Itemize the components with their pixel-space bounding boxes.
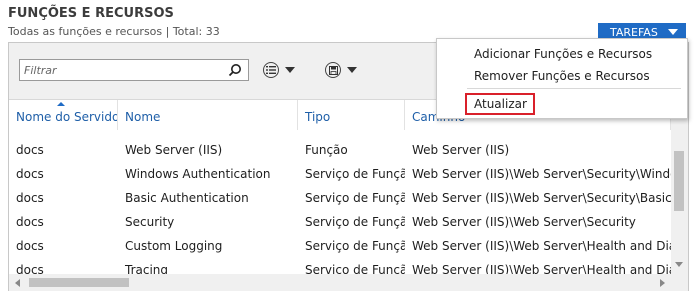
scroll-down-icon[interactable]	[675, 262, 683, 267]
cell-name: Web Server (IIS)	[125, 143, 223, 157]
chevron-down-icon	[285, 67, 295, 73]
cell-type: Função	[305, 143, 348, 157]
cell-name: Custom Logging	[125, 239, 223, 253]
scroll-right-icon[interactable]	[660, 279, 665, 287]
horizontal-scroll-thumb[interactable]	[29, 278, 129, 287]
page-title: FUNÇÕES E RECURSOS	[8, 6, 174, 21]
column-header-type[interactable]: Tipo	[298, 100, 405, 130]
sort-ascending-icon	[57, 102, 65, 106]
tasks-button-label: TAREFAS	[610, 25, 658, 39]
table-row[interactable]: docs Windows Authentication Serviço de F…	[9, 162, 671, 186]
cell-name: Basic Authentication	[125, 191, 249, 205]
column-header-server-name[interactable]: Nome do Servidor	[9, 100, 118, 130]
cell-server: docs	[16, 239, 44, 253]
cell-path: Web Server (IIS)\Web Server\Security\Bas…	[412, 191, 671, 205]
page-subtitle: Todas as funções e recursos | Total: 33	[8, 25, 220, 38]
grid-rows: docs Web Server (IIS) Função Web Server …	[9, 138, 671, 282]
cell-type: Serviço de Função	[305, 167, 405, 181]
cell-type: Serviço de Função	[305, 191, 405, 205]
filter-box[interactable]	[19, 59, 249, 81]
cell-path: Web Server (IIS)\Web Server\Health and D…	[412, 239, 671, 253]
cell-server: docs	[16, 167, 44, 181]
menu-item-remove-roles[interactable]: Remover Funções e Recursos	[474, 69, 650, 83]
scroll-left-icon[interactable]	[15, 279, 20, 287]
filter-input[interactable]	[20, 60, 220, 80]
list-options-button[interactable]	[263, 61, 295, 79]
table-row[interactable]: docs Web Server (IIS) Função Web Server …	[9, 138, 671, 162]
save-icon	[325, 62, 341, 78]
vertical-scrollbar[interactable]	[671, 99, 688, 291]
horizontal-scrollbar[interactable]	[9, 274, 671, 291]
cell-server: docs	[16, 191, 44, 205]
cell-path: Web Server (IIS)\Web Server\Security	[412, 215, 636, 229]
list-options-icon	[263, 62, 279, 78]
cell-server: docs	[16, 143, 44, 157]
search-icon[interactable]	[228, 63, 242, 77]
table-row[interactable]: docs Custom Logging Serviço de Função We…	[9, 234, 671, 258]
table-row[interactable]: docs Security Serviço de Função Web Serv…	[9, 210, 671, 234]
column-header-name[interactable]: Nome	[118, 100, 298, 130]
menu-item-add-roles[interactable]: Adicionar Funções e Recursos	[474, 47, 652, 61]
cell-path: Web Server (IIS)\Web Server\Security\Win…	[412, 167, 671, 181]
cell-server: docs	[16, 215, 44, 229]
cell-path: Web Server (IIS)	[412, 143, 510, 157]
roles-grid: Nome do Servidor Nome Tipo Caminho docs …	[9, 99, 688, 291]
save-query-button[interactable]	[325, 61, 357, 79]
table-row[interactable]: docs Basic Authentication Serviço de Fun…	[9, 186, 671, 210]
chevron-down-icon	[347, 67, 357, 73]
cell-name: Windows Authentication	[125, 167, 271, 181]
page-header: FUNÇÕES E RECURSOS Todas as funções e re…	[8, 6, 688, 41]
chevron-down-icon	[668, 29, 678, 35]
menu-item-refresh[interactable]: Atualizar	[474, 97, 527, 111]
tasks-menu: Adicionar Funções e Recursos Remover Fun…	[436, 38, 688, 119]
vertical-scroll-thumb[interactable]	[674, 151, 684, 211]
cell-name: Security	[125, 215, 175, 229]
cell-type: Serviço de Função	[305, 215, 405, 229]
cell-type: Serviço de Função	[305, 239, 405, 253]
menu-separator	[467, 88, 681, 89]
